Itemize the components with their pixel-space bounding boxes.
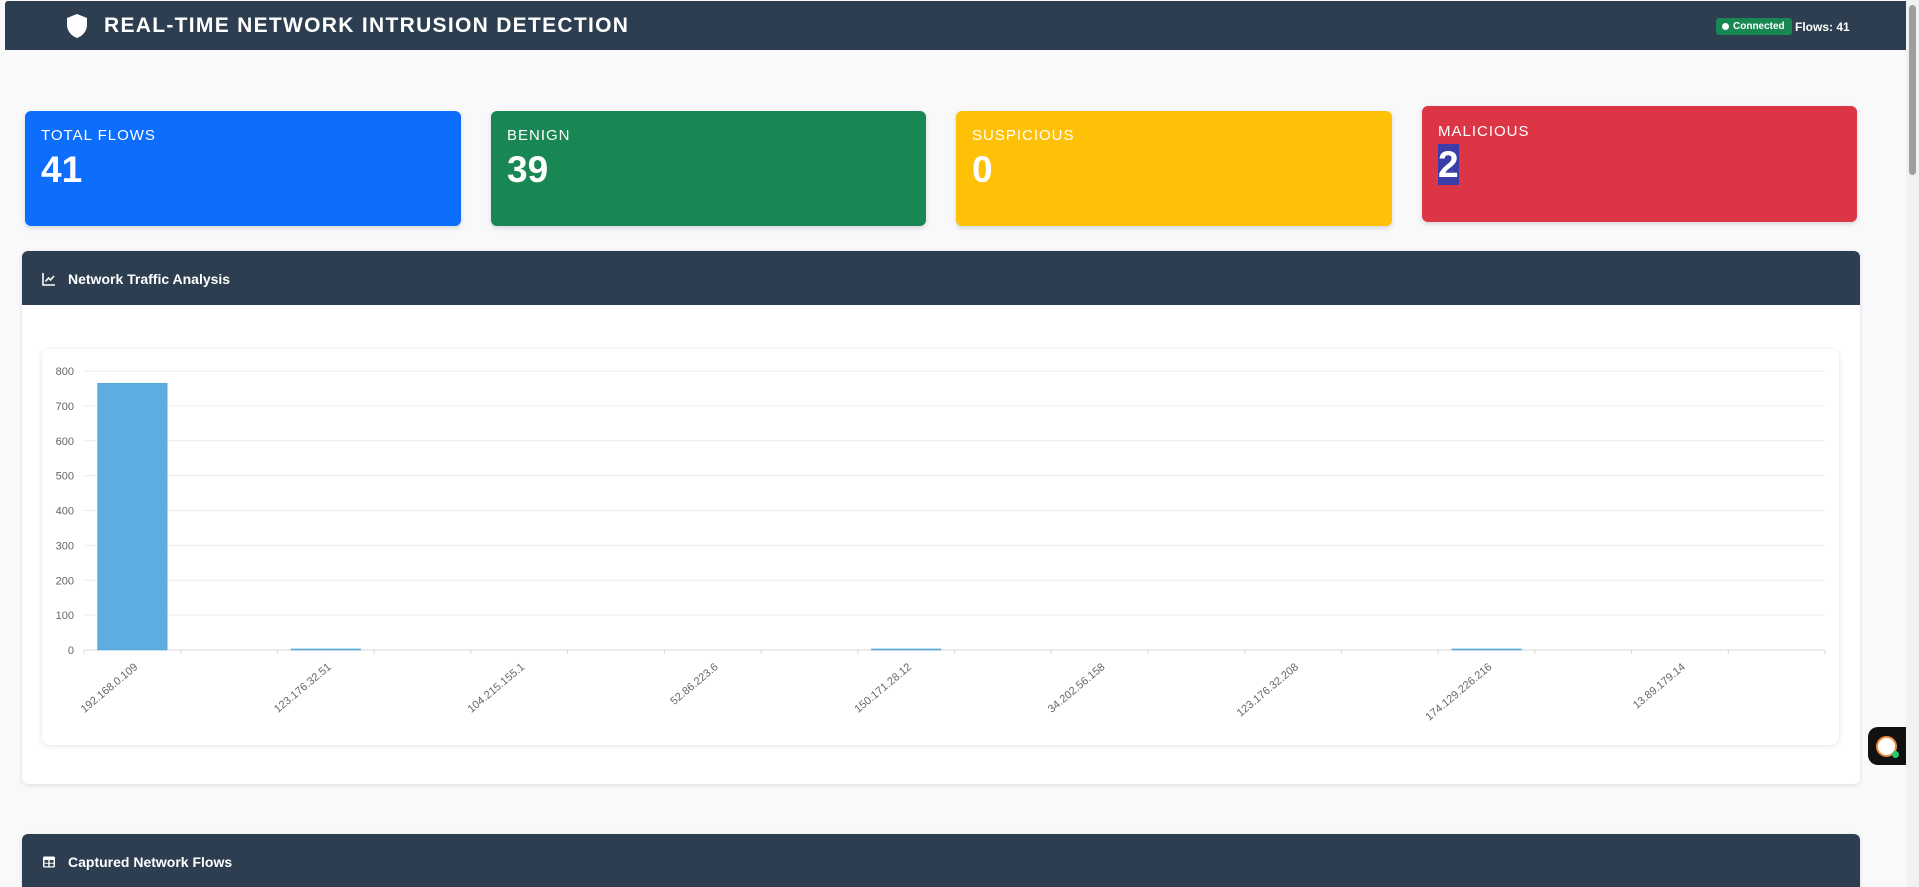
traffic-panel-title: Network Traffic Analysis (68, 271, 231, 287)
y-tick-label: 100 (56, 610, 74, 622)
total-flows-label: TOTAL FLOWS (41, 127, 156, 144)
total-flows-value: 41 (41, 149, 83, 190)
x-tick-label: 13.89.179.14 (1631, 661, 1688, 711)
bar (871, 648, 942, 651)
app-title: REAL-TIME NETWORK INTRUSION DETECTION (104, 14, 630, 37)
benign-card: BENIGN 39 (491, 111, 926, 226)
y-tick-label: 0 (68, 645, 74, 657)
top-navbar: REAL-TIME NETWORK INTRUSION DETECTION Co… (5, 1, 1912, 50)
x-tick-label: 123.176.32.208 (1235, 661, 1301, 719)
y-tick-label: 700 (56, 401, 74, 413)
bar (97, 382, 168, 651)
x-tick-label: 34.202.56.158 (1046, 661, 1108, 715)
scrollbar-thumb[interactable] (1909, 5, 1916, 175)
y-tick-label: 400 (56, 506, 74, 518)
captured-flows-panel: Captured Network Flows (22, 834, 1860, 887)
y-tick-label: 500 (56, 471, 74, 483)
malicious-label: MALICIOUS (1438, 123, 1530, 140)
line-chart-icon (42, 273, 55, 286)
y-tick-label: 300 (56, 540, 74, 552)
total-flows-card: TOTAL FLOWS 41 (25, 111, 461, 226)
x-tick-label: 104.215.155.1 (466, 661, 528, 715)
connection-status-badge: Connected (1716, 18, 1792, 35)
suspicious-value: 0 (972, 149, 993, 190)
traffic-analysis-panel: Network Traffic Analysis 800 700 600 500 400… (22, 251, 1860, 784)
y-tick-label: 800 (56, 366, 74, 378)
suspicious-card: SUSPICIOUS 0 (956, 111, 1392, 226)
benign-label: BENIGN (507, 127, 571, 144)
online-indicator (1892, 751, 1899, 758)
bar (1451, 648, 1522, 651)
benign-value: 39 (507, 149, 549, 190)
flows-count-label: Flows: 41 (1795, 20, 1850, 34)
x-tick-label: 150.171.28.12 (852, 661, 914, 715)
x-tick-label: 192.168.0.109 (79, 661, 141, 715)
flows-panel-header: Captured Network Flows (22, 834, 1860, 887)
x-tick-label: 123.176.32.51 (272, 661, 334, 715)
traffic-bar-chart: 800 700 600 500 400 300 200 100 0 192.168.0.109 12… (56, 366, 1826, 723)
y-tick-label: 200 (56, 575, 74, 587)
flows-panel-title: Captured Network Flows (68, 854, 233, 870)
malicious-value: 2 (1438, 144, 1459, 185)
traffic-chart: 800 700 600 500 400 300 200 100 0 192.168.0.109 12… (42, 349, 1839, 745)
traffic-panel-header: Network Traffic Analysis (22, 251, 1860, 305)
shield-icon (67, 14, 87, 38)
assistant-widget-button[interactable] (1868, 727, 1908, 765)
bar (290, 648, 361, 651)
table-icon (43, 856, 55, 868)
y-tick-label: 600 (56, 436, 74, 448)
page-scrollbar[interactable] (1906, 0, 1919, 887)
x-tick-label: 174.129.226.216 (1423, 661, 1494, 723)
x-tick-label: 52.86.223.6 (668, 661, 720, 708)
malicious-card: MALICIOUS 2 (1422, 106, 1857, 222)
malicious-value-wrap: 2 (1438, 144, 1459, 186)
suspicious-label: SUSPICIOUS (972, 127, 1075, 144)
